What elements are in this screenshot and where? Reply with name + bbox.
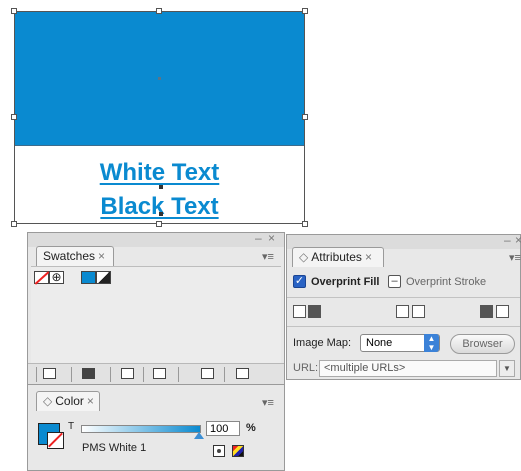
close-icon[interactable]: × [515, 233, 521, 247]
tab-color[interactable]: ◇ Color × [36, 391, 100, 411]
text-anchor-point [159, 212, 163, 216]
toolbar-separator [71, 367, 72, 382]
tab-collapse-icon[interactable]: ◇ [299, 250, 308, 264]
show-center-icon[interactable] [480, 305, 493, 318]
swatches-panel: – × Swatches × ▾≡ ⊕ [27, 231, 285, 387]
overprint-fill-checkbox[interactable]: ✓ [293, 275, 306, 288]
reverse-path-direction-off-icon[interactable] [396, 305, 409, 318]
url-input[interactable]: <multiple URLs> [319, 360, 497, 377]
resize-handle-bottom-left[interactable] [11, 221, 17, 227]
collapse-icon[interactable]: – [504, 233, 511, 247]
swatches-toolbar [28, 363, 284, 386]
tint-value-input[interactable]: 100 [206, 421, 240, 436]
toolbar-separator [178, 367, 179, 382]
resize-handle-bottom[interactable] [156, 221, 162, 227]
image-map-select[interactable]: None ▲ ▼ [360, 334, 440, 352]
show-color-swatches-icon[interactable] [82, 368, 95, 379]
divider [287, 326, 520, 327]
tab-attributes[interactable]: ◇ Attributes × [292, 247, 384, 267]
image-map-value: None [366, 337, 393, 349]
last-color-icon[interactable] [213, 445, 225, 457]
divider [287, 297, 520, 298]
url-label: URL: [293, 362, 319, 374]
tint-slider[interactable] [81, 425, 201, 433]
close-icon[interactable]: × [268, 231, 275, 245]
resize-handle-top[interactable] [156, 8, 162, 14]
delete-swatch-icon[interactable] [236, 368, 249, 379]
tab-label: Color [55, 394, 84, 408]
panel-menu-icon[interactable]: ▾≡ [262, 250, 274, 263]
panel-menu-icon[interactable]: ▾≡ [509, 251, 521, 264]
toolbar-separator [143, 367, 144, 382]
swatch-options-icon[interactable] [96, 271, 111, 284]
collapse-icon[interactable]: – [255, 231, 262, 245]
hide-center-icon[interactable] [496, 305, 509, 318]
resize-handle-right[interactable] [302, 114, 308, 120]
tab-close-icon[interactable]: × [87, 394, 94, 408]
panel-menu-icon[interactable]: ▾≡ [262, 396, 274, 409]
new-color-group-icon[interactable] [153, 368, 166, 379]
fill-stroke-swatch-icon[interactable] [81, 271, 96, 284]
swatch-name-label: PMS White 1 [82, 442, 147, 454]
nonzero-winding-icon[interactable] [293, 305, 306, 318]
resize-handle-bottom-right[interactable] [302, 221, 308, 227]
tab-swatches[interactable]: Swatches × [36, 246, 114, 266]
select-arrow-icon: ▲ ▼ [424, 334, 439, 352]
attributes-panel: – × ◇ Attributes × ▾≡ ✓ Overprint Fill – O… [286, 233, 521, 380]
registration-swatch-icon[interactable]: ⊕ [49, 271, 64, 284]
black-text-label[interactable]: Black Text [14, 193, 305, 221]
tab-close-icon[interactable]: × [98, 249, 105, 263]
overprint-stroke-checkbox[interactable]: – [388, 275, 401, 288]
overprint-stroke-label: Overprint Stroke [406, 276, 487, 288]
resize-handle-top-left[interactable] [11, 8, 17, 14]
even-odd-icon[interactable] [308, 305, 321, 318]
image-map-label: Image Map: [293, 337, 352, 349]
browser-button[interactable]: Browser [450, 334, 515, 354]
white-text-label[interactable]: White Text [14, 159, 305, 187]
resize-handle-top-right[interactable] [302, 8, 308, 14]
text-anchor-point [159, 185, 163, 189]
color-panel: ◇ Color × ▾≡ T 100 % PMS White 1 [27, 384, 285, 471]
new-swatch-icon[interactable] [201, 368, 214, 379]
percent-sign: % [246, 422, 256, 434]
show-all-swatches-icon[interactable] [43, 368, 56, 379]
color-spectrum-icon[interactable] [232, 445, 244, 457]
tint-label: T [68, 421, 75, 432]
toolbar-separator [110, 367, 111, 382]
toolbar-separator [224, 367, 225, 382]
overprint-fill-label: Overprint Fill [311, 276, 380, 288]
none-swatch-icon[interactable] [34, 271, 49, 284]
stroke-color-swatch[interactable] [47, 432, 64, 449]
resize-handle-left[interactable] [11, 114, 17, 120]
panel-drag-bar[interactable] [28, 233, 284, 247]
tint-slider-thumb[interactable] [194, 432, 204, 439]
tab-label: Attributes [311, 250, 362, 264]
url-dropdown-icon[interactable]: ▼ [499, 360, 515, 377]
reverse-path-direction-on-icon[interactable] [412, 305, 425, 318]
tab-collapse-icon[interactable]: ◇ [43, 394, 52, 408]
toolbar-separator [36, 367, 37, 382]
swatch-views-icon[interactable] [121, 368, 134, 379]
tab-close-icon[interactable]: × [365, 250, 372, 264]
swatch-list: ⊕ [31, 266, 281, 363]
artboard: White Text Black Text [11, 8, 308, 227]
tab-label: Swatches [43, 249, 96, 263]
